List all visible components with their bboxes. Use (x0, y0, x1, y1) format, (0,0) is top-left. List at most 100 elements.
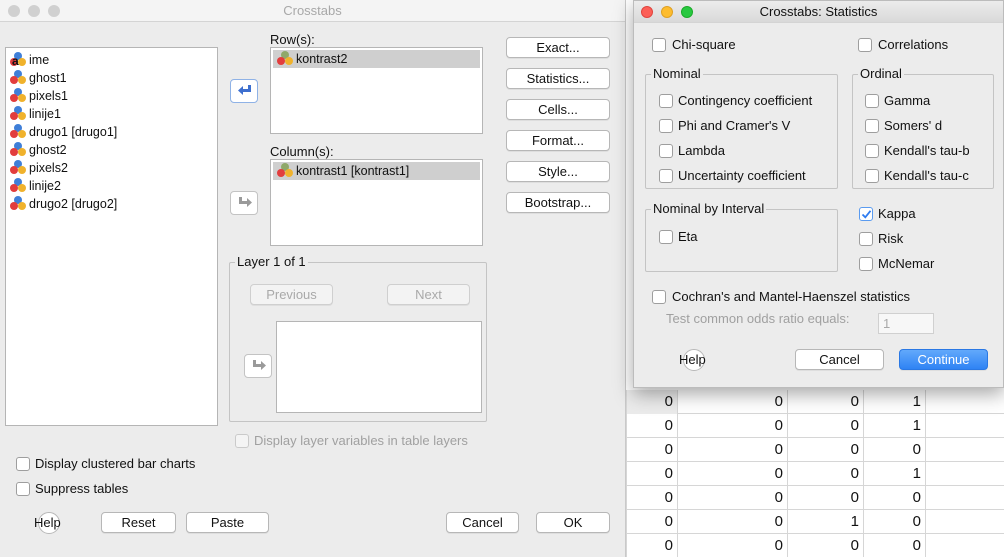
grid-cell[interactable]: 0 (678, 414, 788, 438)
list-item[interactable]: pixels2 (10, 159, 68, 177)
next-layer-button[interactable]: Next (387, 284, 470, 305)
mcnemar-checkbox[interactable] (859, 257, 873, 271)
clustered-bar-checkbox[interactable] (16, 457, 30, 471)
risk-checkbox[interactable] (859, 232, 873, 246)
eta-checkbox[interactable] (659, 230, 673, 244)
somers-d-label: Somers' d (884, 118, 943, 133)
grid-cell[interactable]: 0 (678, 534, 788, 557)
display-layer-vars-checkbox[interactable] (235, 434, 249, 448)
chi-square-checkbox[interactable] (652, 38, 666, 52)
ordinal-group: Ordinal Gamma Somers' d Kendall's tau-b … (852, 66, 994, 189)
previous-layer-button[interactable]: Previous (250, 284, 333, 305)
lambda-label: Lambda (678, 143, 725, 158)
grid-cell[interactable]: 1 (864, 462, 926, 486)
grid-cell[interactable]: 0 (626, 438, 678, 462)
grid-row: 0 0 0 0 (626, 438, 1004, 462)
grid-cell[interactable]: 0 (626, 486, 678, 510)
rows-list[interactable]: kontrast2 (270, 47, 483, 134)
cells-button[interactable]: Cells... (506, 99, 610, 120)
kappa-label: Kappa (878, 206, 916, 221)
cancel-button[interactable]: Cancel (795, 349, 884, 370)
continue-button[interactable]: Continue (899, 349, 988, 370)
grid-cell[interactable]: 0 (864, 486, 926, 510)
list-item[interactable]: pixels1 (10, 87, 68, 105)
help-button[interactable]: Help (679, 349, 709, 371)
grid-cell[interactable]: 0 (678, 438, 788, 462)
list-item[interactable]: linije2 (10, 177, 61, 195)
cochran-mantel-haenszel-checkbox[interactable] (652, 290, 666, 304)
odds-ratio-input[interactable]: 1 (878, 313, 934, 334)
grid-cell[interactable]: 0 (864, 510, 926, 534)
grid-cell[interactable]: 1 (864, 390, 926, 414)
list-item[interactable]: ghost1 (10, 69, 67, 87)
kendalls-tau-c-label: Kendall's tau-c (884, 168, 969, 183)
correlations-checkbox[interactable] (858, 38, 872, 52)
grid-cell[interactable]: 0 (788, 390, 864, 414)
format-button[interactable]: Format... (506, 130, 610, 151)
list-item[interactable]: linije1 (10, 105, 61, 123)
kendalls-tau-b-checkbox[interactable] (865, 144, 879, 158)
clustered-bar-label: Display clustered bar charts (35, 456, 196, 471)
layer-group: Layer 1 of 1 Previous Next (229, 254, 487, 422)
layer-list[interactable] (276, 321, 482, 413)
nominal-variable-icon (10, 160, 26, 174)
grid-cell[interactable]: 0 (678, 486, 788, 510)
grid-cell[interactable]: 0 (626, 534, 678, 557)
grid-cell[interactable]: 0 (864, 534, 926, 557)
list-item[interactable]: drugo1 [drugo1] (10, 123, 117, 141)
grid-cell[interactable]: 0 (788, 438, 864, 462)
nominal-variable-icon (277, 51, 293, 65)
exact-button[interactable]: Exact... (506, 37, 610, 58)
list-item[interactable]: ghost2 (10, 141, 67, 159)
grid-cell[interactable]: 0 (678, 462, 788, 486)
move-to-columns-button[interactable] (230, 191, 258, 215)
paste-button[interactable]: Paste (186, 512, 269, 533)
grid-cell[interactable]: 0 (626, 414, 678, 438)
nominal-by-interval-title: Nominal by Interval (651, 201, 767, 216)
grid-cell[interactable]: 0 (788, 534, 864, 557)
statistics-button[interactable]: Statistics... (506, 68, 610, 89)
source-variable-list[interactable]: a ime ghost1 pixels1 linije1 drugo1 [drug… (5, 47, 218, 426)
grid-cell[interactable]: 0 (788, 414, 864, 438)
nominal-variable-icon (10, 70, 26, 84)
cochran-mantel-haenszel-label: Cochran's and Mantel-Haenszel statistics (672, 289, 911, 304)
list-item[interactable]: a ime (10, 51, 49, 69)
grid-cell[interactable]: 1 (864, 414, 926, 438)
kappa-checkbox[interactable] (859, 207, 873, 221)
crosstabs-dialog: Crosstabs a ime ghost1 pixels1 linije1 dr… (0, 0, 626, 557)
ok-button[interactable]: OK (536, 512, 610, 533)
display-layer-vars-label: Display layer variables in table layers (254, 433, 468, 448)
grid-cell[interactable]: 1 (788, 510, 864, 534)
reset-button[interactable]: Reset (101, 512, 176, 533)
grid-cell[interactable]: 0 (678, 390, 788, 414)
somers-d-checkbox[interactable] (865, 119, 879, 133)
grid-cell[interactable]: 0 (626, 390, 678, 414)
uncertainty-coefficient-checkbox[interactable] (659, 169, 673, 183)
style-button[interactable]: Style... (506, 161, 610, 182)
grid-cell[interactable]: 0 (788, 462, 864, 486)
grid-cell[interactable]: 0 (864, 438, 926, 462)
list-item[interactable]: kontrast1 [kontrast1] (273, 162, 480, 180)
contingency-coefficient-checkbox[interactable] (659, 94, 673, 108)
grid-cell[interactable]: 0 (626, 510, 678, 534)
nominal-variable-icon (277, 163, 293, 177)
suppress-tables-checkbox[interactable] (16, 482, 30, 496)
list-item[interactable]: drugo2 [drugo2] (10, 195, 117, 213)
gamma-checkbox[interactable] (865, 94, 879, 108)
kendalls-tau-c-checkbox[interactable] (865, 169, 879, 183)
help-button[interactable]: Help (34, 512, 64, 534)
grid-cell[interactable]: 0 (788, 486, 864, 510)
grid-cell[interactable]: 0 (678, 510, 788, 534)
kendalls-tau-b-label: Kendall's tau-b (884, 143, 970, 158)
cancel-button[interactable]: Cancel (446, 512, 519, 533)
columns-list[interactable]: kontrast1 [kontrast1] (270, 159, 483, 246)
lambda-checkbox[interactable] (659, 144, 673, 158)
mcnemar-label: McNemar (878, 256, 935, 271)
bootstrap-button[interactable]: Bootstrap... (506, 192, 610, 213)
list-item[interactable]: kontrast2 (273, 50, 480, 68)
grid-cell[interactable]: 0 (626, 462, 678, 486)
string-variable-icon: a (10, 52, 26, 67)
phi-cramers-v-checkbox[interactable] (659, 119, 673, 133)
move-to-rows-button[interactable] (230, 79, 258, 103)
data-grid: 0 0 0 1 0 0 0 1 0 0 0 0 0 0 0 1 0 0 0 0 … (626, 388, 1004, 557)
